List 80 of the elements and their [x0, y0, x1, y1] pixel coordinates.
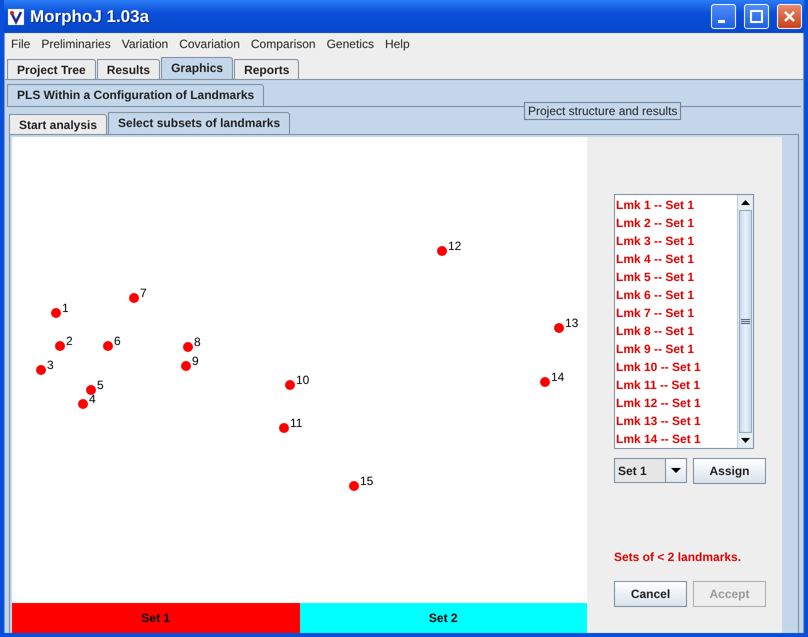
landmark-dot[interactable]	[86, 385, 96, 395]
landmark-dot[interactable]	[554, 323, 564, 333]
list-item[interactable]: Lmk 2 -- Set 1	[615, 214, 737, 232]
grip-icon[interactable]	[741, 319, 750, 324]
dialog-button[interactable]: Cancel	[614, 581, 687, 607]
menu-item[interactable]: Covariation	[174, 37, 246, 51]
landmark-dot[interactable]	[279, 423, 289, 433]
landmark-dot[interactable]	[183, 342, 193, 352]
landmark-dot[interactable]	[349, 481, 359, 491]
minimize-icon	[718, 20, 724, 22]
landmark-label: 7	[140, 286, 147, 300]
list-item[interactable]: Lmk 14 -- Set 1	[615, 430, 737, 448]
list-item[interactable]: Lmk 4 -- Set 1	[615, 250, 737, 268]
list-item[interactable]: Lmk 12 -- Set 1	[615, 394, 737, 412]
tooltip: Project structure and results	[524, 102, 682, 120]
landmark-dot[interactable]	[51, 308, 61, 318]
tab[interactable]: Results	[96, 59, 160, 79]
landmark-label: 9	[192, 354, 199, 368]
landmark-label: 4	[89, 392, 96, 406]
close-icon	[783, 10, 796, 23]
scrollbar[interactable]	[737, 195, 753, 448]
landmark-label: 15	[360, 474, 374, 488]
minimize-button[interactable]	[711, 4, 736, 29]
warning-message: Sets of < 2 landmarks.	[614, 550, 742, 564]
menu-item[interactable]: Variation	[116, 37, 174, 51]
tab[interactable]: PLS Within a Configuration of Landmarks	[7, 84, 264, 106]
landmark-label: 3	[47, 358, 54, 372]
assign-button[interactable]: Assign	[693, 458, 766, 484]
app-icon	[8, 8, 24, 24]
tab[interactable]: Graphics	[161, 57, 234, 79]
list-item[interactable]: Lmk 10 -- Set 1	[615, 358, 737, 376]
list-item[interactable]: Lmk 6 -- Set 1	[615, 286, 737, 304]
tab[interactable]: Select subsets of landmarks	[108, 112, 290, 134]
list-item[interactable]: Lmk 3 -- Set 1	[615, 232, 737, 250]
landmark-label: 8	[194, 335, 201, 349]
close-button[interactable]	[777, 4, 802, 29]
landmark-label: 12	[448, 239, 462, 253]
window-title: MorphoJ 1.03a	[30, 6, 150, 26]
landmark-dot[interactable]	[103, 341, 113, 351]
list-item[interactable]: Lmk 9 -- Set 1	[615, 340, 737, 358]
landmark-label: 2	[66, 334, 73, 348]
landmark-dot[interactable]	[181, 361, 191, 371]
list-item[interactable]: Lmk 5 -- Set 1	[615, 268, 737, 286]
landmark-label: 6	[114, 334, 121, 348]
scroll-up-icon[interactable]	[741, 200, 750, 205]
landmark-dot[interactable]	[36, 365, 46, 375]
landmark-dot[interactable]	[55, 341, 65, 351]
scroll-down-icon[interactable]	[741, 438, 750, 443]
list-item[interactable]: Lmk 11 -- Set 1	[615, 376, 737, 394]
menu-item[interactable]: File	[6, 37, 36, 51]
list-item[interactable]: Lmk 1 -- Set 1	[615, 196, 737, 214]
landmark-label: 13	[565, 316, 578, 330]
tab[interactable]: Reports	[234, 59, 300, 79]
set-dropdown[interactable]: Set 1	[614, 458, 687, 483]
menu-item[interactable]: Help	[380, 37, 416, 51]
landmark-dot[interactable]	[78, 399, 88, 409]
landmark-label: 10	[296, 373, 310, 387]
landmark-label: 5	[97, 378, 104, 392]
landmark-dot[interactable]	[437, 246, 447, 256]
caret-icon	[671, 468, 681, 473]
menu-item[interactable]: Comparison	[246, 37, 322, 51]
list-item[interactable]: Lmk 13 -- Set 1	[615, 412, 737, 430]
maximize-icon	[750, 10, 763, 23]
tab[interactable]: Project Tree	[7, 59, 96, 79]
menu-item[interactable]: Genetics	[322, 37, 380, 51]
landmark-dot[interactable]	[285, 380, 295, 390]
landmark-dot[interactable]	[129, 293, 139, 303]
landmark-label: 14	[551, 370, 564, 384]
list-item[interactable]: Lmk 7 -- Set 1	[615, 304, 737, 322]
maximize-button[interactable]	[744, 4, 769, 29]
landmark-list[interactable]	[614, 194, 754, 449]
set-legend-bar[interactable]: Set 1	[12, 603, 300, 633]
menu-item[interactable]: Preliminaries	[36, 37, 117, 51]
landmark-dot[interactable]	[540, 377, 550, 387]
set-legend-bar[interactable]: Set 2	[300, 603, 587, 633]
landmark-label: 1	[62, 301, 69, 315]
tab[interactable]: Start analysis	[9, 114, 108, 134]
list-item[interactable]: Lmk 8 -- Set 1	[615, 322, 737, 340]
landmark-plot[interactable]: 1 2 3 4 5 6 7 8 9 10 11 12 13 14 15	[12, 137, 587, 603]
landmark-label: 11	[290, 416, 302, 430]
